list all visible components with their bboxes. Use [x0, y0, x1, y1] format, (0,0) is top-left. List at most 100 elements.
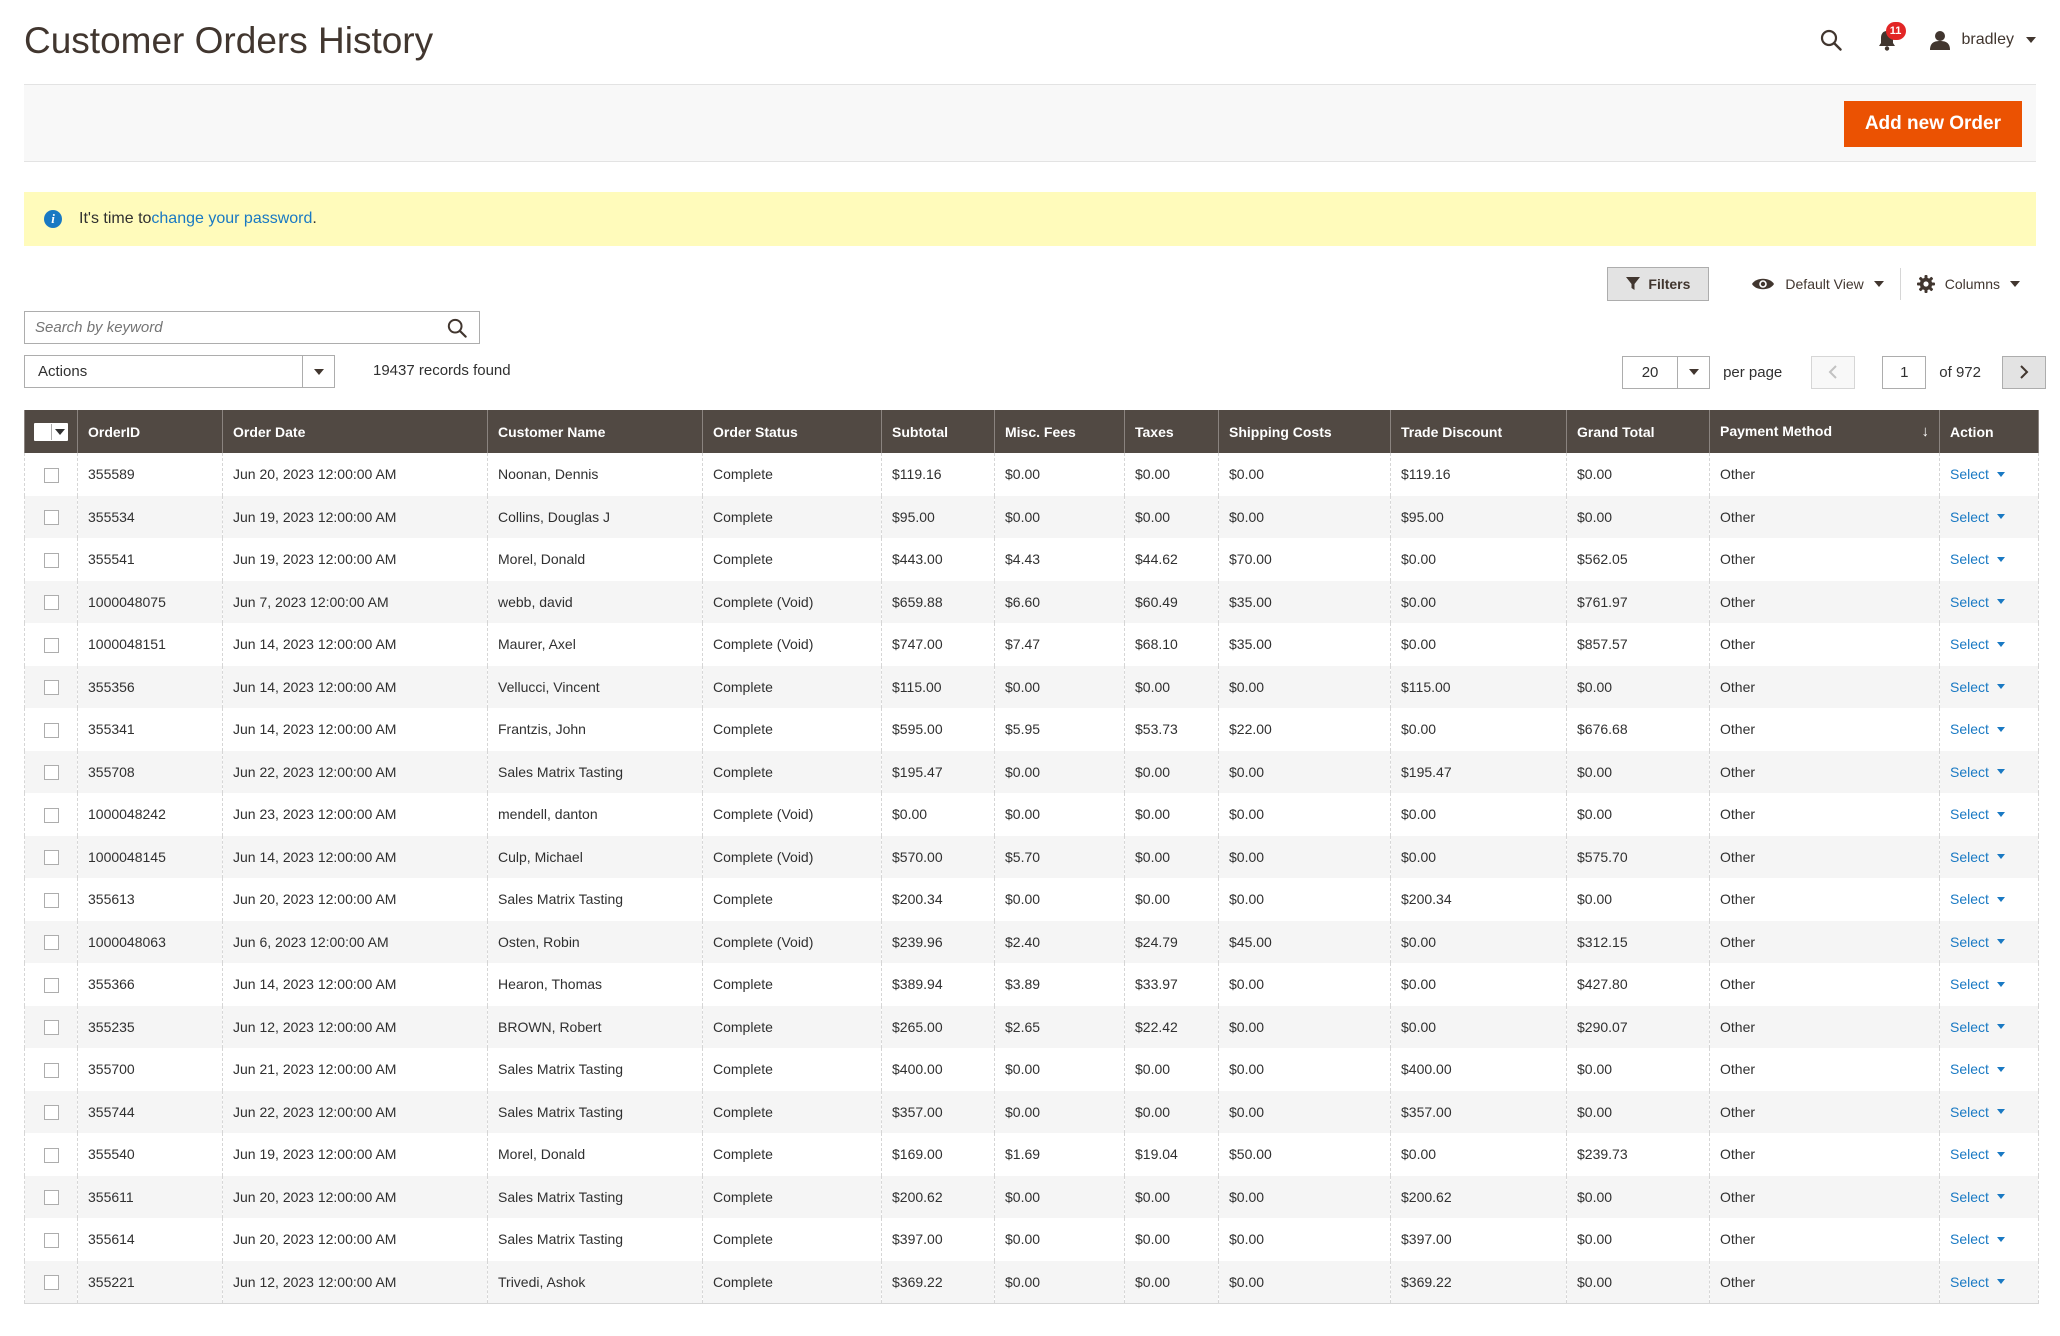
cell-shipping-costs: $50.00	[1218, 1133, 1391, 1176]
row-checkbox[interactable]	[43, 1190, 59, 1206]
search-icon[interactable]	[1818, 27, 1844, 53]
cell-subtotal: $747.00	[881, 623, 995, 666]
column-header-misc-fees[interactable]: Misc. Fees	[994, 410, 1125, 453]
mass-select-checkbox[interactable]	[34, 422, 68, 441]
table-row[interactable]: 355541 Jun 19, 2023 12:00:00 AM Morel, Don…	[24, 538, 2039, 581]
table-row[interactable]: 355356 Jun 14, 2023 12:00:00 AM Vellucci, …	[24, 665, 2039, 708]
row-action-select[interactable]: Select	[1950, 1146, 2005, 1162]
row-action-select[interactable]: Select	[1950, 1231, 2005, 1247]
gear-icon	[1916, 275, 1935, 293]
row-checkbox[interactable]	[43, 1020, 59, 1036]
dropdown-toggle	[1677, 356, 1710, 388]
row-checkbox[interactable]	[43, 510, 59, 526]
page-number-input[interactable]	[1882, 355, 1927, 389]
row-action-select[interactable]: Select	[1950, 1189, 2005, 1205]
row-action-select[interactable]: Select	[1950, 594, 2005, 610]
column-header-customer-name[interactable]: Customer Name	[487, 410, 703, 453]
column-header-order-date[interactable]: Order Date	[222, 410, 488, 453]
view-switcher[interactable]: Default View	[1735, 267, 1899, 301]
row-action-select[interactable]: Select	[1950, 849, 2005, 865]
search-input[interactable]	[25, 312, 435, 343]
table-row[interactable]: 1000048242 Jun 23, 2023 12:00:00 AM mendel…	[24, 793, 2039, 836]
row-action-select[interactable]: Select	[1950, 679, 2005, 695]
row-action-select[interactable]: Select	[1950, 891, 2005, 907]
cell-order-status: Complete	[702, 453, 882, 496]
next-page-button[interactable]	[2002, 355, 2046, 389]
per-page-dropdown[interactable]: 20	[1622, 355, 1711, 389]
action-label: Select	[1950, 466, 1989, 483]
row-action-select[interactable]: Select	[1950, 764, 2005, 780]
table-row[interactable]: 355221 Jun 12, 2023 12:00:00 AM Trivedi, A…	[24, 1260, 2039, 1304]
add-new-order-button[interactable]: Add new Order	[1843, 101, 2022, 147]
row-checkbox[interactable]	[43, 722, 59, 738]
change-password-link[interactable]: change your password	[151, 210, 312, 228]
row-checkbox[interactable]	[43, 977, 59, 993]
table-row[interactable]: 355611 Jun 20, 2023 12:00:00 AM Sales Matr…	[24, 1175, 2039, 1218]
search-icon[interactable]	[435, 312, 479, 343]
row-checkbox[interactable]	[43, 467, 59, 483]
table-row[interactable]: 1000048075 Jun 7, 2023 12:00:00 AM webb, d…	[24, 580, 2039, 623]
row-checkbox[interactable]	[43, 807, 59, 823]
columns-control[interactable]: Columns	[1901, 267, 2036, 301]
table-row[interactable]: 355366 Jun 14, 2023 12:00:00 AM Hearon, Th…	[24, 963, 2039, 1006]
table-row[interactable]: 355534 Jun 19, 2023 12:00:00 AM Collins, D…	[24, 495, 2039, 538]
row-checkbox[interactable]	[43, 1105, 59, 1121]
mass-actions-dropdown[interactable]: Actions	[24, 355, 335, 388]
table-row[interactable]: 355614 Jun 20, 2023 12:00:00 AM Sales Matr…	[24, 1218, 2039, 1261]
column-header-taxes[interactable]: Taxes	[1124, 410, 1219, 453]
row-action-select[interactable]: Select	[1950, 509, 2005, 525]
notifications-bell-icon[interactable]: 11	[1874, 22, 1906, 53]
filters-button[interactable]: Filters	[1607, 267, 1710, 301]
row-action-select[interactable]: Select	[1950, 466, 2005, 482]
table-row[interactable]: 355341 Jun 14, 2023 12:00:00 AM Frantzis, …	[24, 708, 2039, 751]
row-action-select[interactable]: Select	[1950, 721, 2005, 737]
table-row[interactable]: 355744 Jun 22, 2023 12:00:00 AM Sales Matr…	[24, 1090, 2039, 1133]
column-header-order-status[interactable]: Order Status	[702, 410, 882, 453]
row-action-select[interactable]: Select	[1950, 551, 2005, 567]
column-header-payment-method[interactable]: Payment Method ↓	[1709, 410, 1940, 453]
row-checkbox[interactable]	[43, 1274, 59, 1290]
row-checkbox[interactable]	[43, 1147, 59, 1163]
table-row[interactable]: 355589 Jun 20, 2023 12:00:00 AM Noonan, De…	[24, 453, 2039, 496]
row-checkbox[interactable]	[43, 935, 59, 951]
row-checkbox[interactable]	[43, 850, 59, 866]
cell-action: Select	[1939, 1048, 2039, 1091]
column-header-trade-discount[interactable]: Trade Discount	[1390, 410, 1567, 453]
table-row[interactable]: 355613 Jun 20, 2023 12:00:00 AM Sales Matr…	[24, 878, 2039, 921]
row-checkbox[interactable]	[43, 1232, 59, 1248]
row-checkbox[interactable]	[43, 680, 59, 696]
row-checkbox[interactable]	[43, 637, 59, 653]
row-action-select[interactable]: Select	[1950, 806, 2005, 822]
row-checkbox[interactable]	[43, 1062, 59, 1078]
table-row[interactable]: 1000048151 Jun 14, 2023 12:00:00 AM Maurer…	[24, 623, 2039, 666]
table-row[interactable]: 355708 Jun 22, 2023 12:00:00 AM Sales Matr…	[24, 750, 2039, 793]
table-row[interactable]: 1000048063 Jun 6, 2023 12:00:00 AM Osten, …	[24, 920, 2039, 963]
row-checkbox[interactable]	[43, 892, 59, 908]
column-header-subtotal[interactable]: Subtotal	[881, 410, 995, 453]
row-checkbox[interactable]	[43, 765, 59, 781]
cell-order-status: Complete	[702, 1260, 882, 1304]
cell-misc-fees: $6.60	[994, 580, 1125, 623]
row-select-cell	[24, 665, 78, 708]
table-row[interactable]: 1000048145 Jun 14, 2023 12:00:00 AM Culp, …	[24, 835, 2039, 878]
row-action-select[interactable]: Select	[1950, 1019, 2005, 1035]
row-checkbox[interactable]	[43, 552, 59, 568]
table-row[interactable]: 355235 Jun 12, 2023 12:00:00 AM BROWN, Rob…	[24, 1005, 2039, 1048]
row-action-select[interactable]: Select	[1950, 1061, 2005, 1077]
table-row[interactable]: 355540 Jun 19, 2023 12:00:00 AM Morel, Don…	[24, 1133, 2039, 1176]
row-checkbox[interactable]	[43, 595, 59, 611]
row-action-select[interactable]: Select	[1950, 1104, 2005, 1120]
row-action-select[interactable]: Select	[1950, 934, 2005, 950]
cell-order-date: Jun 22, 2023 12:00:00 AM	[222, 1090, 488, 1133]
row-action-select[interactable]: Select	[1950, 636, 2005, 652]
table-row[interactable]: 355700 Jun 21, 2023 12:00:00 AM Sales Matr…	[24, 1048, 2039, 1091]
cell-misc-fees: $0.00	[994, 1260, 1125, 1304]
user-menu[interactable]: bradley	[1929, 30, 2036, 50]
row-action-select[interactable]: Select	[1950, 1274, 2005, 1290]
column-header-grand-total[interactable]: Grand Total	[1566, 410, 1710, 453]
previous-page-button[interactable]	[1811, 355, 1856, 389]
column-header-order-id[interactable]: OrderID	[77, 410, 223, 453]
row-action-select[interactable]: Select	[1950, 976, 2005, 992]
cell-subtotal: $0.00	[881, 793, 995, 836]
column-header-shipping-costs[interactable]: Shipping Costs	[1218, 410, 1391, 453]
